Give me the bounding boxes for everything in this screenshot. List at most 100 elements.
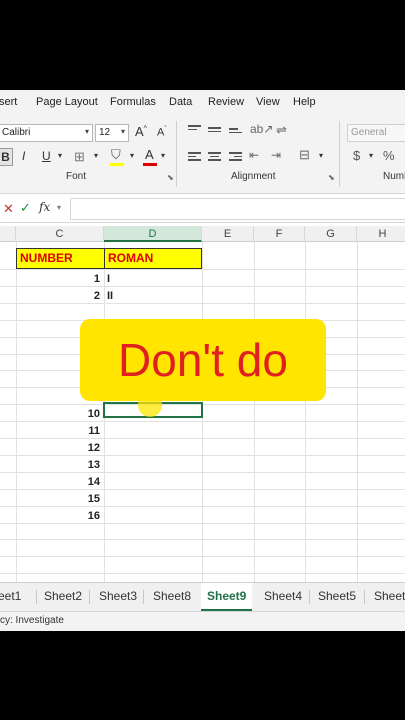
- number-format-select[interactable]: General: [347, 124, 405, 142]
- sheet-tab[interactable]: Sheet5: [318, 583, 356, 611]
- chevron-down-icon: ▾: [120, 127, 125, 136]
- column-headers: C D E F G H: [0, 226, 405, 242]
- roman-cell[interactable]: [104, 423, 202, 440]
- number-cell[interactable]: 15: [16, 491, 104, 508]
- chevron-down-icon: ▾: [84, 127, 89, 136]
- chevron-down-icon[interactable]: ▾: [319, 151, 323, 160]
- number-cell[interactable]: 12: [16, 440, 104, 457]
- chevron-down-icon[interactable]: ▾: [57, 203, 61, 212]
- chevron-down-icon[interactable]: ▾: [130, 151, 134, 160]
- number-cell[interactable]: 14: [16, 474, 104, 491]
- align-bottom-icon[interactable]: [229, 128, 242, 138]
- align-right-icon[interactable]: [229, 152, 242, 162]
- chevron-down-icon[interactable]: ▾: [369, 151, 373, 160]
- column-header-d[interactable]: D: [104, 226, 202, 242]
- dialog-launcher-icon[interactable]: ⬊: [328, 173, 335, 182]
- percent-button[interactable]: %: [383, 148, 395, 163]
- currency-button[interactable]: $: [353, 148, 360, 163]
- tab-insert[interactable]: sert: [0, 96, 17, 108]
- roman-cell[interactable]: [104, 440, 202, 457]
- roman-cell[interactable]: [104, 457, 202, 474]
- roman-cell[interactable]: I: [104, 271, 202, 288]
- column-header-e[interactable]: E: [202, 226, 254, 242]
- sheet-tab[interactable]: Sheet3: [99, 583, 137, 611]
- tab-formulas[interactable]: Formulas: [110, 96, 156, 108]
- tab-data[interactable]: Data: [169, 96, 192, 108]
- wrap-text-icon[interactable]: ⇌: [276, 122, 287, 138]
- roman-cell[interactable]: [104, 474, 202, 491]
- worksheet-grid[interactable]: NUMBER ROMAN 1I2II8910111213141516: [0, 242, 405, 582]
- increase-indent-icon[interactable]: ⇥: [271, 148, 281, 162]
- shrink-font-button[interactable]: Aˇ: [157, 126, 167, 139]
- enter-icon[interactable]: ✓: [20, 200, 31, 216]
- font-size-select[interactable]: 12 ▾: [95, 124, 129, 142]
- gridline: [0, 539, 405, 541]
- gridline: [254, 242, 255, 582]
- number-cell[interactable]: 16: [16, 508, 104, 525]
- ribbon-separator: [339, 121, 340, 187]
- underline-button[interactable]: U: [42, 149, 51, 163]
- accessibility-status[interactable]: cy: Investigate: [0, 615, 64, 626]
- font-color-button[interactable]: A: [145, 147, 154, 162]
- column-header-c[interactable]: C: [16, 226, 104, 242]
- number-cell[interactable]: 13: [16, 457, 104, 474]
- column-header-f[interactable]: F: [254, 226, 305, 242]
- decrease-indent-icon[interactable]: ⇤: [249, 148, 259, 162]
- tab-separator: [364, 590, 365, 604]
- header-cell-number[interactable]: NUMBER: [16, 248, 105, 269]
- grow-font-button[interactable]: A^: [135, 124, 147, 139]
- fill-color-icon[interactable]: ⛉: [111, 147, 121, 163]
- excel-window: sert Page Layout Formulas Data Review Vi…: [0, 90, 405, 631]
- tab-help[interactable]: Help: [293, 96, 316, 108]
- sheet-tab[interactable]: Sheet2: [44, 583, 82, 611]
- formula-bar: ✕ ✓ fx ▾: [0, 195, 405, 223]
- font-name-value: Calibri: [2, 127, 31, 138]
- merge-center-icon[interactable]: ⊟: [299, 147, 310, 163]
- borders-icon[interactable]: ⊞: [74, 149, 85, 165]
- dialog-launcher-icon[interactable]: ⬊: [167, 173, 174, 182]
- align-center-icon[interactable]: [208, 152, 221, 162]
- gridline: [0, 556, 405, 558]
- number-cell[interactable]: 10: [16, 406, 104, 423]
- orientation-icon[interactable]: ab↗: [250, 122, 273, 136]
- formula-input[interactable]: [70, 198, 405, 220]
- number-cell[interactable]: 1: [16, 271, 104, 288]
- fill-color-bar: [110, 163, 124, 166]
- column-header-g[interactable]: G: [305, 226, 357, 242]
- column-header-b[interactable]: [0, 226, 16, 242]
- ribbon: Calibri ▾ 12 ▾ A^ Aˇ B I U ▾ ⊞ ▾ ⛉ ▾ A ▾…: [0, 115, 405, 194]
- insert-function-button[interactable]: fx: [39, 200, 50, 214]
- chevron-down-icon[interactable]: ▾: [94, 151, 98, 160]
- cancel-icon[interactable]: ✕: [3, 201, 14, 217]
- roman-cell[interactable]: [104, 491, 202, 508]
- number-cell[interactable]: 2: [16, 288, 104, 305]
- number-cell[interactable]: 11: [16, 423, 104, 440]
- align-left-icon[interactable]: [188, 152, 201, 162]
- roman-cell[interactable]: [104, 508, 202, 525]
- align-top-icon[interactable]: [188, 125, 201, 135]
- chevron-down-icon[interactable]: ▾: [58, 151, 62, 160]
- tab-separator: [89, 590, 90, 604]
- font-size-value: 12: [99, 127, 111, 138]
- header-cell-roman[interactable]: ROMAN: [104, 248, 202, 269]
- font-name-select[interactable]: Calibri ▾: [0, 124, 93, 142]
- tab-view[interactable]: View: [256, 96, 280, 108]
- gridline: [305, 242, 306, 582]
- alignment-group-label: Alignment: [231, 171, 276, 182]
- column-header-h[interactable]: H: [357, 226, 405, 242]
- chevron-down-icon[interactable]: ▾: [161, 151, 165, 160]
- tab-page-layout[interactable]: Page Layout: [36, 96, 98, 108]
- roman-cell[interactable]: II: [104, 288, 202, 305]
- sheet-tab-active[interactable]: Sheet9: [201, 583, 253, 611]
- italic-button[interactable]: I: [22, 149, 25, 163]
- sheet-tab[interactable]: Sheet8: [153, 583, 191, 611]
- font-group-label: Font: [66, 171, 87, 182]
- bold-button[interactable]: B: [0, 148, 13, 166]
- align-middle-icon[interactable]: [208, 127, 221, 137]
- status-bar: cy: Investigate: [0, 611, 405, 631]
- sheet-tab[interactable]: Sheet6: [374, 583, 405, 611]
- tab-review[interactable]: Review: [208, 96, 244, 108]
- sheet-tab[interactable]: Sheet4: [264, 583, 302, 611]
- sheet-tab[interactable]: eet1: [0, 583, 21, 611]
- sheet-tabs: eet1 Sheet2 Sheet3 Sheet8 Sheet9 Sheet4 …: [0, 582, 405, 611]
